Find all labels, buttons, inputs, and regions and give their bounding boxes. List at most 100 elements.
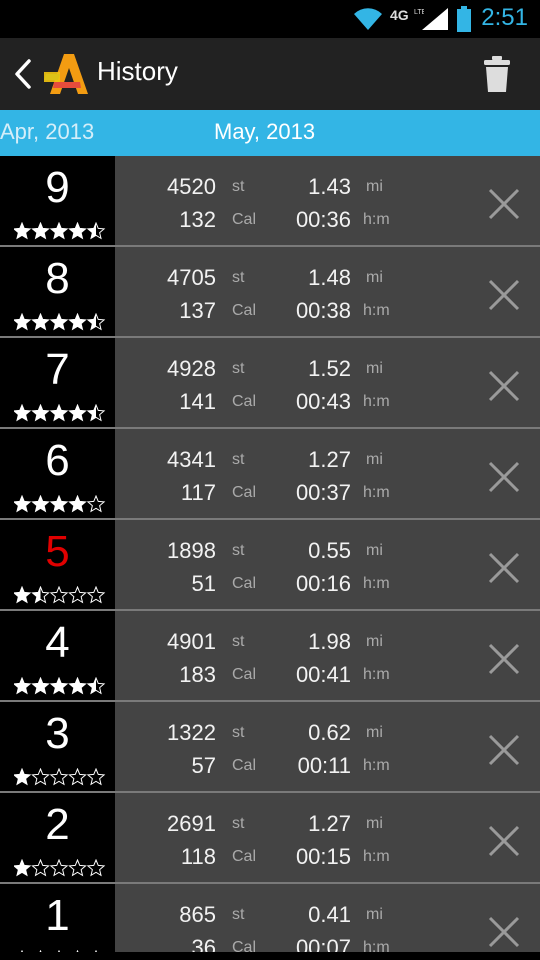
current-month-tab[interactable]: May, 2013 — [214, 119, 315, 145]
calories-value: 132 — [179, 207, 216, 232]
duration-value: 00:16 — [295, 571, 351, 596]
distance-value: 0.55 — [308, 538, 351, 563]
star-outline — [31, 768, 50, 786]
day-cell: 4 — [0, 611, 115, 700]
trash-icon[interactable] — [482, 54, 512, 94]
wifi-icon — [354, 8, 382, 30]
previous-month-tab[interactable]: Apr, 2013 — [0, 119, 94, 145]
star-outline — [49, 586, 69, 604]
delete-entry-icon[interactable] — [486, 732, 522, 768]
svg-text:4G: 4G — [390, 7, 409, 23]
distance-unit: mi — [366, 269, 383, 286]
delete-entry-icon[interactable] — [486, 277, 522, 313]
star-filled — [14, 769, 31, 785]
star-filled — [32, 678, 49, 694]
distance-unit: mi — [366, 724, 383, 741]
day-cell: 2 — [0, 793, 115, 882]
calories-unit: Cal — [232, 757, 257, 774]
history-row-day-7[interactable]: 7 4928 st 141 Cal 1.52 mi 00:43 h:m — [0, 338, 540, 429]
month-selector: Apr, 2013 May, 2013 — [0, 110, 540, 156]
day-number: 7 — [45, 345, 70, 394]
history-row-day-9[interactable]: 9 4520 st 132 Cal 1.43 mi 00:36 h:m — [0, 156, 540, 247]
star-filled — [14, 314, 31, 330]
star-outline — [49, 859, 69, 877]
history-row-day-1[interactable]: 1 865 st 36 Cal 0.41 mi 00:07 h:m — [0, 884, 540, 952]
duration-value: 00:43 — [295, 389, 351, 414]
back-chevron-icon[interactable] — [14, 58, 32, 90]
star-rating — [14, 313, 106, 331]
star-outline — [68, 586, 87, 604]
delete-entry-icon[interactable] — [486, 186, 522, 222]
star-filled — [14, 223, 31, 239]
calories-value: 137 — [179, 298, 216, 323]
star-rating — [14, 859, 106, 877]
steps-unit: st — [232, 542, 245, 559]
history-row-day-4[interactable]: 4 4901 st 183 Cal 1.98 mi 00:41 h:m — [0, 611, 540, 702]
calories-unit: Cal — [232, 939, 257, 952]
history-row-day-6[interactable]: 6 4341 st 117 Cal 1.27 mi 00:37 h:m — [0, 429, 540, 520]
delete-entry-icon[interactable] — [486, 459, 522, 495]
star-filled — [50, 496, 68, 512]
star-filled — [32, 496, 49, 512]
duration-value: 00:15 — [295, 844, 351, 869]
day-cell: 1 — [0, 884, 115, 952]
steps-value: 2691 — [167, 811, 216, 836]
day-cell: 5 — [0, 520, 115, 609]
delete-entry-icon[interactable] — [486, 914, 522, 950]
duration-value: 00:36 — [295, 207, 351, 232]
star-outline — [68, 859, 87, 877]
duration-unit: h:m — [363, 484, 390, 501]
distance-unit: mi — [366, 178, 383, 195]
steps-value: 4928 — [167, 356, 216, 381]
star-filled — [14, 496, 31, 512]
bottom-edge — [0, 952, 540, 960]
history-list: 9 4520 st 132 Cal 1.43 mi 00:36 h:m 8 47… — [0, 156, 540, 952]
delete-entry-icon[interactable] — [486, 550, 522, 586]
duration-unit: h:m — [363, 757, 390, 774]
app-logo-icon[interactable] — [40, 52, 92, 96]
distance-unit: mi — [366, 542, 383, 559]
day-cell: 6 — [0, 429, 115, 518]
history-row-day-5[interactable]: 5 1898 st 51 Cal 0.55 mi 00:16 h:m — [0, 520, 540, 611]
delete-entry-icon[interactable] — [486, 368, 522, 404]
calories-value: 141 — [179, 389, 216, 414]
history-row-day-2[interactable]: 2 2691 st 118 Cal 1.27 mi 00:15 h:m — [0, 793, 540, 884]
steps-value: 865 — [179, 902, 216, 927]
day-number: 5 — [45, 527, 70, 576]
delete-entry-icon[interactable] — [486, 823, 522, 859]
distance-unit: mi — [366, 815, 383, 832]
history-row-day-3[interactable]: 3 1322 st 57 Cal 0.62 mi 00:11 h:m — [0, 702, 540, 793]
steps-value: 4901 — [167, 629, 216, 654]
star-rating — [14, 677, 106, 695]
action-bar: History — [0, 38, 540, 110]
star-filled — [14, 587, 31, 603]
distance-unit: mi — [366, 360, 383, 377]
star-outline — [86, 768, 106, 786]
distance-value: 0.41 — [308, 902, 351, 927]
calories-unit: Cal — [232, 666, 257, 683]
day-number: 3 — [45, 709, 70, 758]
day-number: 9 — [45, 163, 70, 212]
duration-unit: h:m — [363, 848, 390, 865]
history-row-day-8[interactable]: 8 4705 st 137 Cal 1.48 mi 00:38 h:m — [0, 247, 540, 338]
star-filled — [50, 405, 68, 421]
star-rating — [14, 495, 106, 513]
calories-unit: Cal — [232, 484, 257, 501]
distance-unit: mi — [366, 906, 383, 923]
day-cell: 3 — [0, 702, 115, 791]
steps-unit: st — [232, 269, 245, 286]
day-number: 8 — [45, 254, 70, 303]
star-filled — [32, 314, 49, 330]
battery-icon — [457, 6, 471, 32]
star-filled — [32, 223, 49, 239]
steps-unit: st — [232, 633, 245, 650]
day-cell: 8 — [0, 247, 115, 336]
star-filled — [69, 405, 86, 421]
steps-value: 4341 — [167, 447, 216, 472]
calories-unit: Cal — [232, 211, 257, 228]
distance-value: 1.27 — [308, 811, 351, 836]
delete-entry-icon[interactable] — [486, 641, 522, 677]
distance-value: 1.52 — [308, 356, 351, 381]
duration-value: 00:07 — [295, 935, 351, 952]
steps-value: 1898 — [167, 538, 216, 563]
